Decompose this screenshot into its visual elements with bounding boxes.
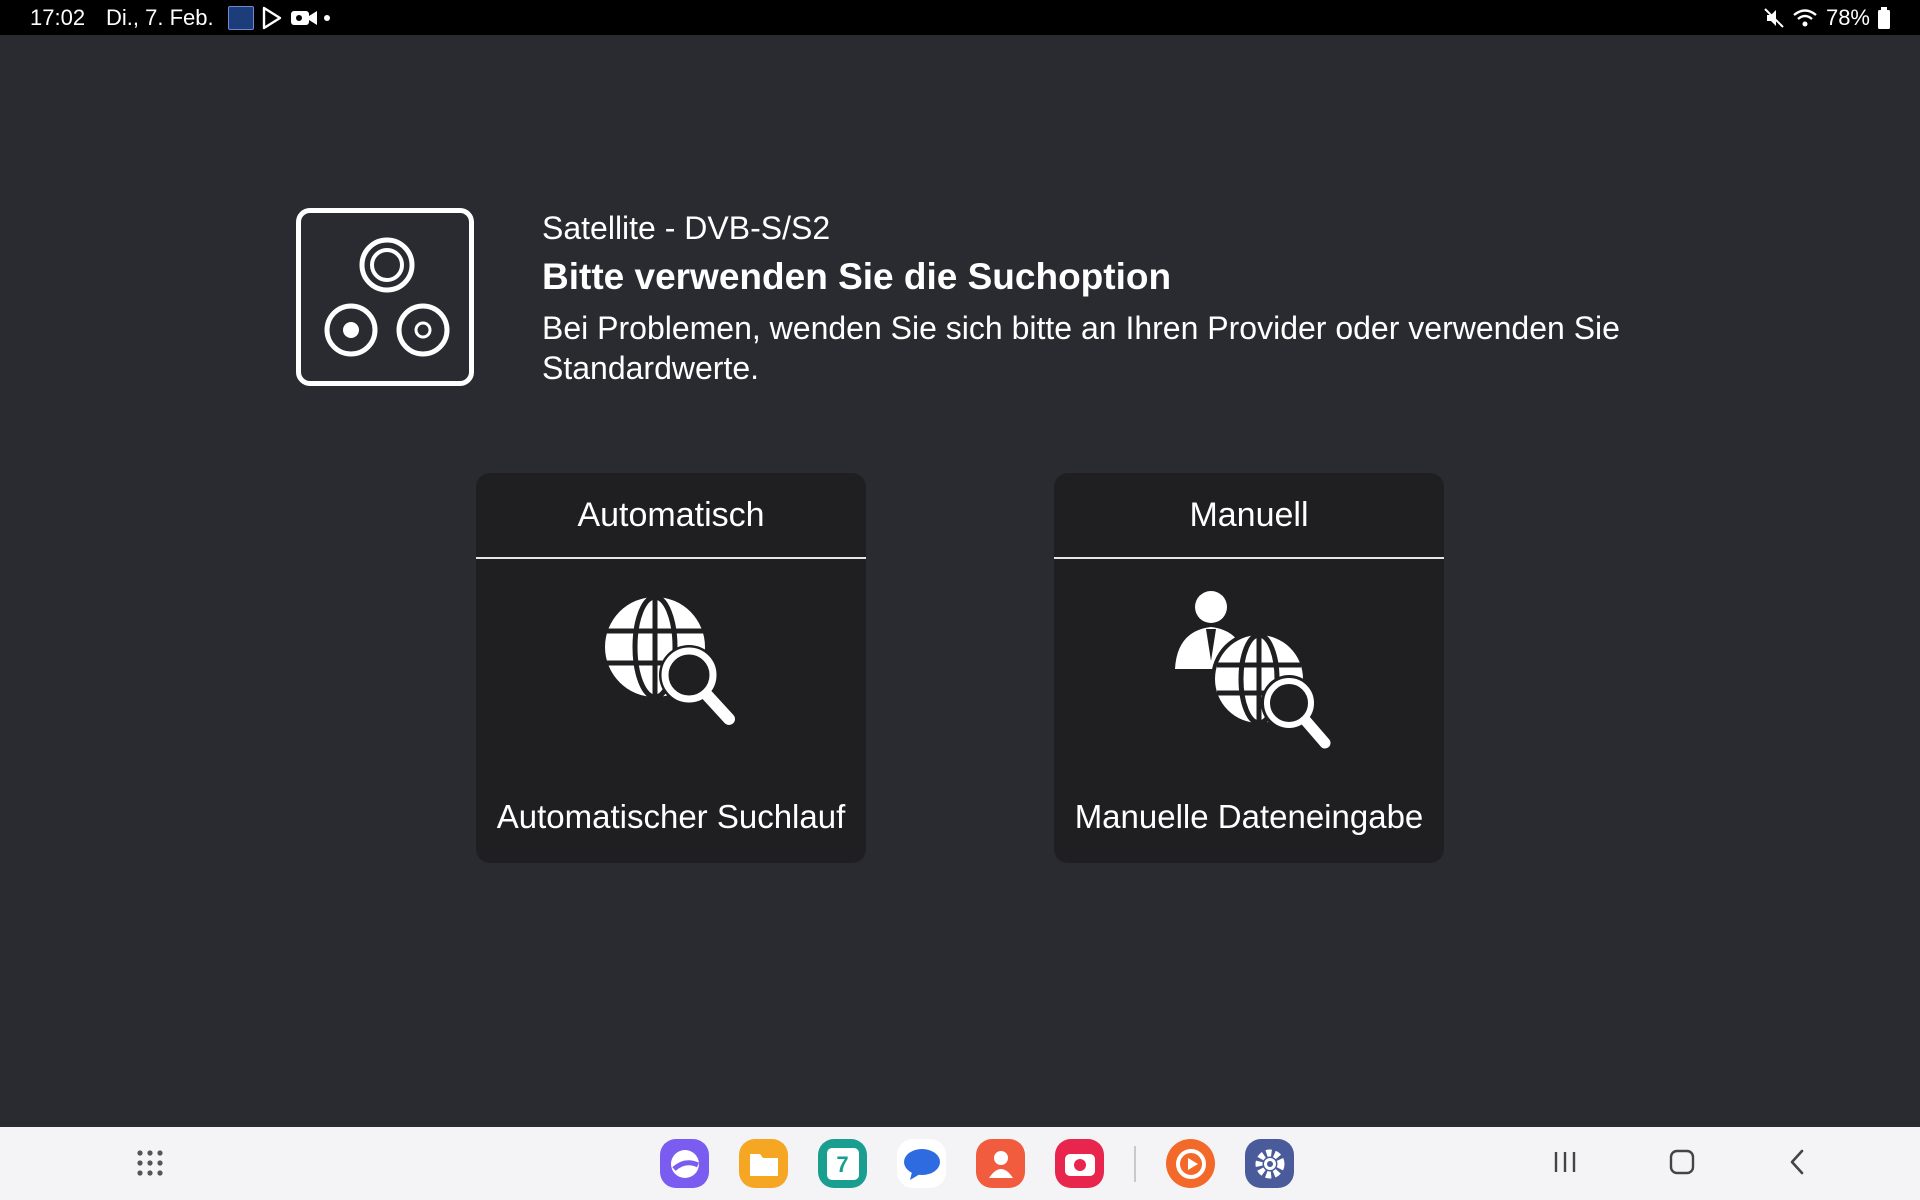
status-bar: 17:02 Di., 7. Feb. 78% — [0, 0, 1920, 35]
battery-icon — [1878, 7, 1890, 29]
my-files-app-icon[interactable] — [739, 1139, 788, 1188]
option-label-manual: Manuelle Dateneingabe — [1074, 798, 1424, 835]
dock-separator — [1134, 1145, 1136, 1182]
video-app-icon[interactable] — [1166, 1139, 1215, 1188]
notification-icons — [228, 6, 330, 30]
wifi-icon — [1793, 9, 1817, 27]
satellite-connector-icon — [296, 208, 474, 386]
globe-search-icon — [476, 593, 866, 733]
app-dock: 7 — [660, 1139, 1294, 1188]
apps-grid-icon[interactable] — [136, 1149, 164, 1177]
back-button[interactable] — [1786, 1147, 1808, 1177]
status-time: 17:02 — [30, 5, 86, 30]
screen-recorder-app-icon[interactable] — [1055, 1139, 1104, 1188]
home-button[interactable] — [1668, 1147, 1696, 1177]
battery-percent: 78% — [1825, 5, 1870, 30]
tv-app-notification-icon — [228, 6, 254, 30]
calendar-day: 7 — [826, 1147, 859, 1180]
contacts-app-icon[interactable] — [976, 1139, 1025, 1188]
status-date: Di., 7. Feb. — [106, 5, 214, 30]
page-title: Bitte verwenden Sie die Suchoption — [542, 256, 1172, 297]
recent-apps-button[interactable] — [1552, 1147, 1578, 1177]
internet-app-icon[interactable] — [660, 1139, 709, 1188]
option-label-automatic: Automatischer Suchlauf — [496, 798, 846, 835]
option-heading-manual: Manuell — [1054, 473, 1444, 559]
person-globe-search-icon — [1054, 591, 1444, 759]
mute-icon — [1764, 8, 1784, 28]
taskbar: 7 — [0, 1127, 1920, 1200]
more-notifications-dot — [324, 15, 330, 21]
calendar-app-icon[interactable]: 7 — [818, 1139, 867, 1188]
settings-app-icon[interactable] — [1245, 1139, 1294, 1188]
page-description: Bei Problemen, wenden Sie sich bitte an … — [542, 310, 1620, 386]
messages-app-icon[interactable] — [897, 1139, 946, 1188]
option-heading-automatic: Automatisch — [476, 473, 866, 559]
signal-source: Satellite - DVB-S/S2 — [542, 210, 831, 246]
play-store-notification-icon — [262, 6, 282, 30]
manual-entry-option[interactable]: Manuell Manuelle Dateneingabe — [1054, 473, 1444, 863]
video-camera-notification-icon — [291, 11, 317, 25]
status-right: 78% — [1764, 5, 1890, 31]
automatic-search-option[interactable]: Automatisch Automatischer Suchlauf — [476, 473, 866, 863]
